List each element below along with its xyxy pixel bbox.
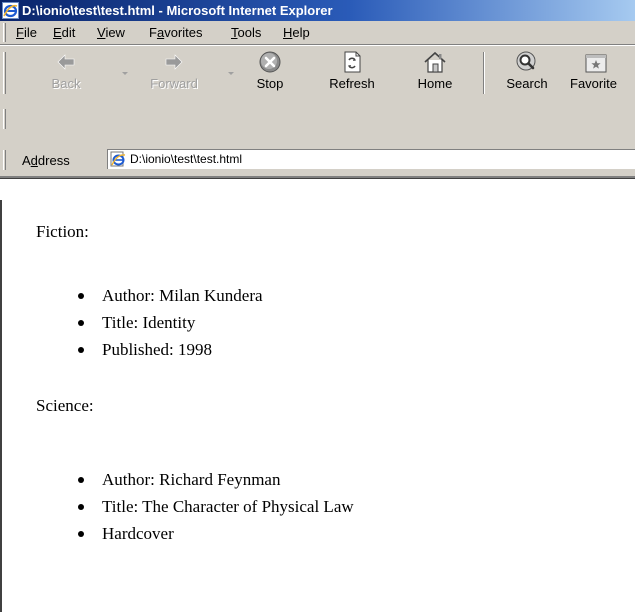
menu-bar: File Edit View Favorites Tools Help — [0, 21, 635, 45]
science-list: Author: Richard Feynman Title: The Chara… — [62, 466, 354, 547]
menu-view[interactable]: View — [97, 25, 125, 41]
back-dropdown-arrow-icon[interactable] — [122, 72, 128, 75]
home-label: Home — [417, 76, 453, 91]
menu-grip[interactable] — [3, 23, 6, 42]
fiction-heading: Fiction: — [36, 222, 89, 241]
forward-label: Forward — [150, 76, 198, 91]
list-item: Author: Milan Kundera — [78, 282, 263, 309]
back-button[interactable]: Back — [46, 50, 86, 98]
menu-file[interactable]: File — [16, 25, 37, 41]
refresh-icon — [344, 51, 361, 73]
back-label: Back — [51, 76, 81, 91]
menu-tools[interactable]: Tools — [231, 25, 261, 41]
menu-help[interactable]: Help — [283, 25, 310, 41]
stop-label: Stop — [256, 76, 284, 91]
menu-favorites[interactable]: Favorites — [149, 25, 202, 41]
favorites-button[interactable]: Favorite — [567, 50, 635, 98]
address-row: Address D:\ionio\test\test.html — [0, 146, 635, 176]
forward-dropdown-arrow-icon[interactable] — [228, 72, 234, 75]
forward-arrow-icon — [165, 54, 183, 70]
refresh-button[interactable]: Refresh — [322, 50, 382, 98]
address-input[interactable]: D:\ionio\test\test.html — [130, 152, 242, 166]
list-item: Hardcover — [78, 520, 354, 547]
favorites-label: Favorite — [570, 76, 617, 91]
list-item: Author: Richard Feynman — [78, 466, 354, 493]
search-icon — [516, 51, 536, 71]
science-heading: Science: — [36, 396, 94, 415]
refresh-label: Refresh — [329, 76, 375, 91]
search-label: Search — [506, 76, 548, 91]
ie-icon — [2, 2, 19, 19]
address-label: Address — [22, 153, 70, 168]
list-item: Published: 1998 — [78, 336, 263, 363]
list-item: Title: The Character of Physical Law — [78, 493, 354, 520]
stop-icon — [259, 51, 281, 73]
home-icon — [424, 51, 446, 73]
page-icon — [110, 151, 126, 167]
toolbar-bottom-border — [0, 176, 635, 179]
address-grip[interactable] — [3, 109, 6, 129]
menu-edit[interactable]: Edit — [53, 25, 75, 41]
standard-toolbar: Back Forward Stop Refresh Home Search Fa… — [0, 45, 635, 146]
home-button[interactable]: Home — [409, 50, 461, 98]
stop-button[interactable]: Stop — [250, 50, 290, 98]
browser-window: D:\ionio\test\test.html - Microsoft Inte… — [0, 0, 635, 612]
window-title: D:\ionio\test\test.html - Microsoft Inte… — [22, 3, 333, 18]
address-row-grip[interactable] — [3, 150, 6, 170]
title-bar[interactable]: D:\ionio\test\test.html - Microsoft Inte… — [0, 0, 635, 21]
fiction-list: Author: Milan Kundera Title: Identity Pu… — [62, 282, 263, 363]
address-field[interactable]: D:\ionio\test\test.html — [107, 149, 635, 169]
search-button[interactable]: Search — [499, 50, 555, 98]
list-item: Title: Identity — [78, 309, 263, 336]
page-content: Fiction: Author: Milan Kundera Title: Id… — [0, 200, 635, 612]
toolbar-separator — [483, 52, 485, 94]
toolbar-grip[interactable] — [3, 52, 6, 94]
favorites-icon — [585, 54, 607, 73]
forward-button[interactable]: Forward — [140, 50, 208, 98]
back-arrow-icon — [57, 54, 75, 70]
